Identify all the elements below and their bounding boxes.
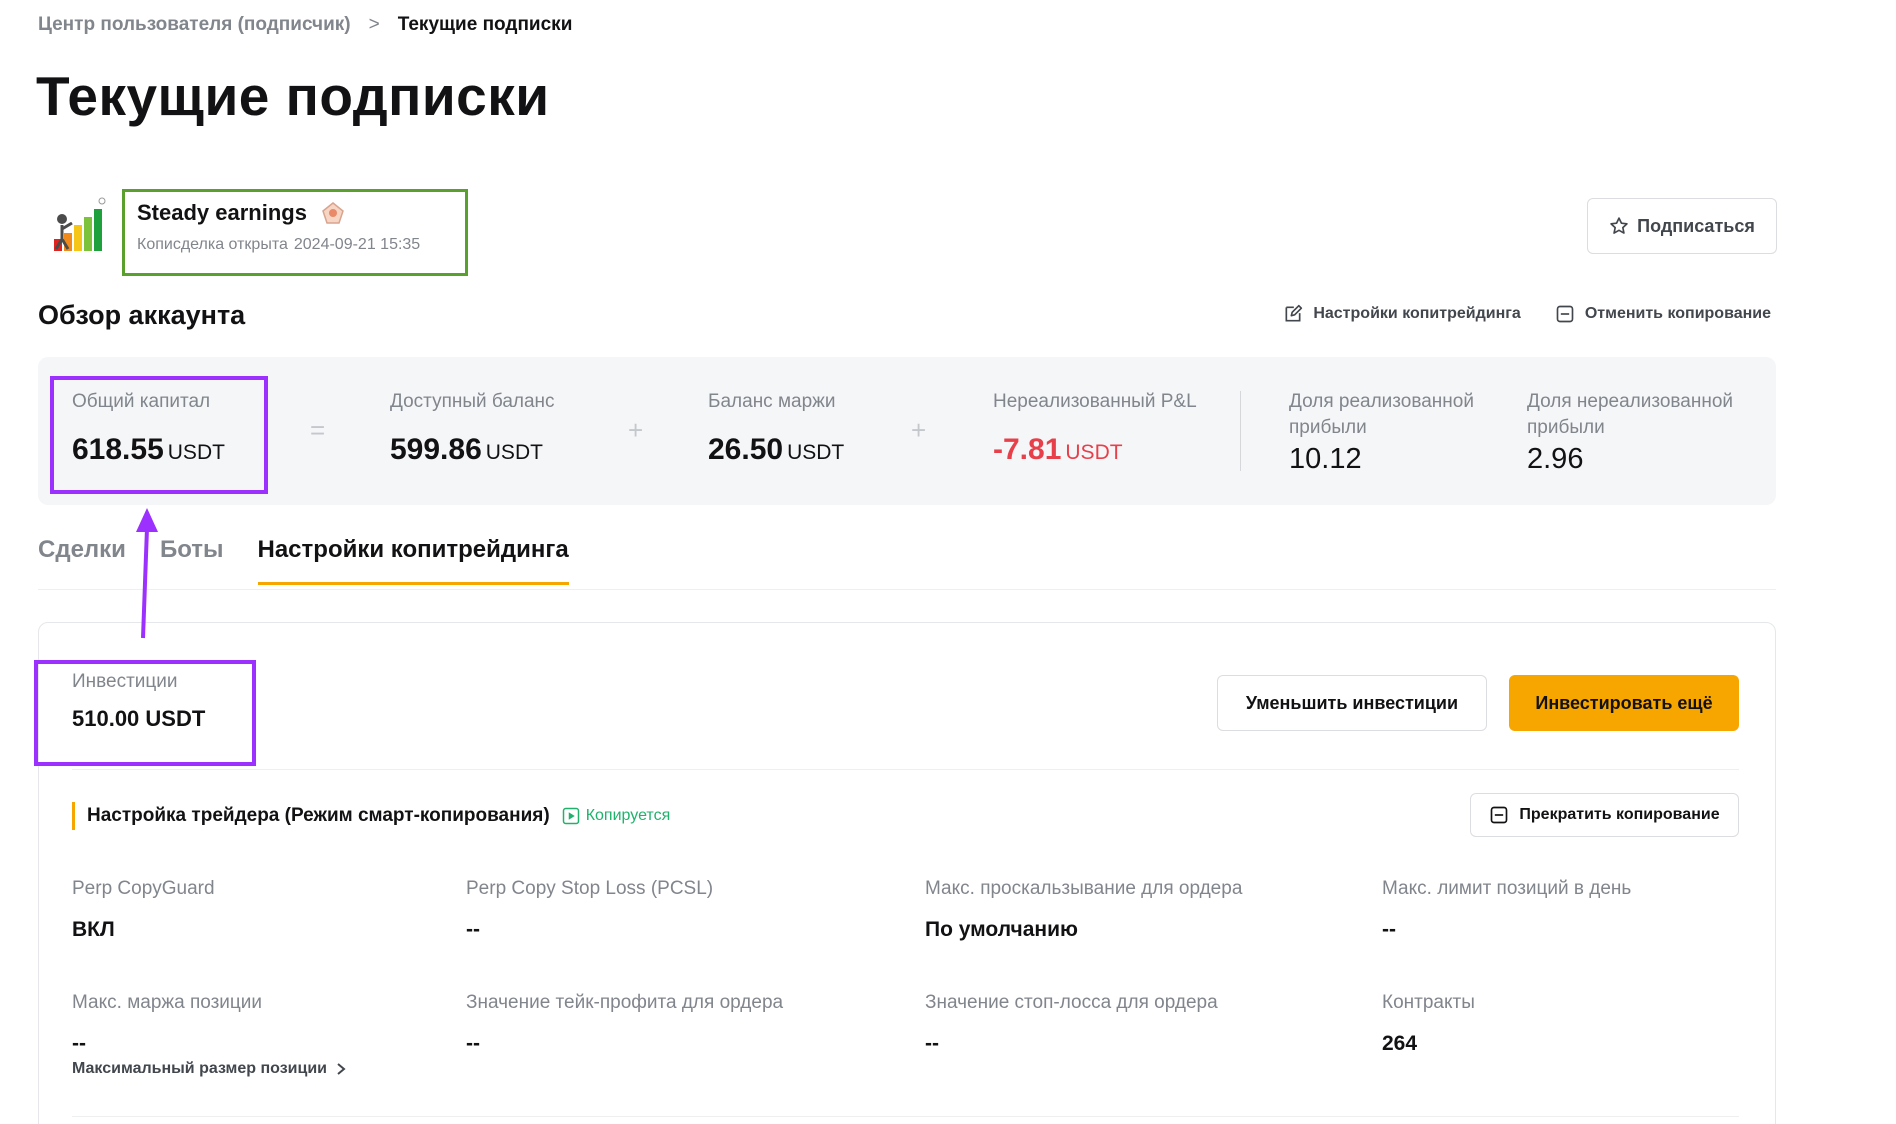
investment-highlight-box [34,660,256,766]
field-label: Макс. маржа позиции [72,992,263,1013]
overview-actions: Настройки копитрейдинга Отменить копиров… [1283,304,1771,324]
card-divider [72,769,1739,770]
field-label: Контракты [1382,992,1475,1013]
metric-available-balance: Доступный баланс 599.86 USDT [390,389,555,467]
realized-share-value: 10.12 [1289,443,1362,475]
field-value: 264 [1382,1032,1418,1055]
tab-bots[interactable]: Боты [160,536,224,585]
field-value: -- [1382,918,1396,941]
minus-box-icon [1491,806,1508,824]
max-position-size-label: Максимальный размер позиции [72,1060,327,1077]
stop-copy-button[interactable]: Прекратить копирование [1470,793,1739,837]
breadcrumb: Центр пользователя (подписчик) > Текущие… [38,14,572,36]
subscribe-label: Подписаться [1637,215,1755,236]
field-value: -- [72,1032,86,1055]
field-value: -- [466,918,480,941]
tabs-underline [38,589,1776,590]
stop-copy-label: Прекратить копирование [1519,806,1720,823]
invest-more-button[interactable]: Инвестировать ещё [1509,675,1739,731]
field-stop-loss: Значение стоп-лосса для ордера -- [925,992,1218,1056]
accent-bar [72,802,75,830]
cancel-copy-label: Отменить копирование [1584,305,1771,322]
field-max-daily-positions: Макс. лимит позиций в день -- [1382,878,1631,942]
breadcrumb-parent-link[interactable]: Центр пользователя (подписчик) [38,14,351,36]
copytrading-settings-label: Настройки копитрейдинга [1313,305,1521,322]
play-icon [562,807,579,825]
page-title: Текущие подписки [36,65,550,127]
unrealized-share-label: Доля нереализованной прибыли [1527,391,1734,438]
field-value: -- [466,1032,480,1055]
breadcrumb-current: Текущие подписки [397,14,573,35]
field-take-profit: Значение тейк-профита для ордера -- [466,992,783,1056]
metric-realized-profit-share: Доля реализованной прибыли 10.12 [1289,389,1499,476]
reduce-investment-button[interactable]: Уменьшить инвестиции [1217,675,1487,731]
available-balance-unit: USDT [485,441,543,464]
chevron-right-icon [337,1063,346,1075]
equity-highlight-box [50,376,268,494]
field-perp-copyguard: Perp CopyGuard ВКЛ [72,878,215,942]
bottom-divider [72,1116,1739,1117]
star-icon [1610,217,1628,234]
margin-balance-value: 26.50 [708,433,784,466]
field-label: Значение тейк-профита для ордера [466,992,784,1013]
trader-settings-header: Настройка трейдера (Режим смарт-копирова… [72,800,670,832]
metric-margin-balance: Баланс маржи 26.50 USDT [708,389,844,467]
field-value: -- [925,1032,939,1055]
field-contracts: Контракты 264 [1382,992,1475,1056]
trader-info-box: Steady earnings Кописделка открыта 2024-… [122,189,468,276]
unrealized-pnl-label: Нереализованный P&L [993,391,1197,412]
unrealized-share-value: 2.96 [1527,443,1584,475]
breadcrumb-separator: > [368,14,380,35]
field-label: Perp Copy Stop Loss (PCSL) [466,878,714,899]
margin-balance-label: Баланс маржи [708,391,836,412]
account-overview-panel: Общий капитал 618.55 USDT = Доступный бал… [38,357,1776,505]
tab-copytrading-settings[interactable]: Настройки копитрейдинга [257,536,569,585]
trader-name[interactable]: Steady earnings [137,200,307,226]
overview-title: Обзор аккаунта [38,300,246,330]
trader-badge-icon [322,202,344,224]
copy-opened-date: 2024-09-21 15:35 [293,236,421,253]
field-label: Perp CopyGuard [72,878,215,899]
trader-avatar [54,197,106,251]
available-balance-value: 599.86 [390,433,482,466]
available-balance-label: Доступный баланс [390,391,555,412]
subscribe-button[interactable]: Подписаться [1587,198,1777,254]
field-label: Макс. лимит позиций в день [1382,878,1632,899]
max-position-size-link[interactable]: Максимальный размер позиции [72,1060,347,1078]
realized-share-label: Доля реализованной прибыли [1289,391,1474,438]
metric-unrealized-pnl: Нереализованный P&L -7.81 USDT [993,389,1197,467]
field-label: Макс. проскальзывание для ордера [925,878,1243,899]
equals-operator: = [310,415,326,445]
copying-status-label: Копируется [585,807,671,824]
copytrading-settings-link[interactable]: Настройки копитрейдинга [1283,304,1521,324]
trader-settings-title: Настройка трейдера (Режим смарт-копирова… [87,805,550,826]
copy-opened-label: Кописделка открыта [137,236,288,253]
unrealized-pnl-value: -7.81 [993,433,1062,466]
tab-trades[interactable]: Сделки [38,536,126,585]
field-max-position-margin: Макс. маржа позиции -- [72,992,262,1056]
unrealized-pnl-unit: USDT [1065,441,1123,464]
field-value: ВКЛ [72,918,115,941]
tab-bar: Сделки Боты Настройки копитрейдинга [38,536,569,585]
field-value: По умолчанию [925,918,1078,941]
metric-unrealized-profit-share: Доля нереализованной прибыли 2.96 [1527,389,1757,476]
copying-status-badge: Копируется [562,807,671,825]
plus-operator-2: + [911,415,927,445]
field-max-slippage: Макс. проскальзывание для ордера По умол… [925,878,1242,942]
cancel-copy-link[interactable]: Отменить копирование [1555,304,1771,324]
field-label: Значение стоп-лосса для ордера [925,992,1218,1013]
edit-icon [1285,304,1303,322]
field-perp-copy-stop-loss: Perp Copy Stop Loss (PCSL) -- [466,878,713,942]
margin-balance-unit: USDT [787,441,845,464]
metrics-divider [1240,391,1241,471]
minus-box-icon [1556,305,1574,323]
plus-operator-1: + [628,415,644,445]
